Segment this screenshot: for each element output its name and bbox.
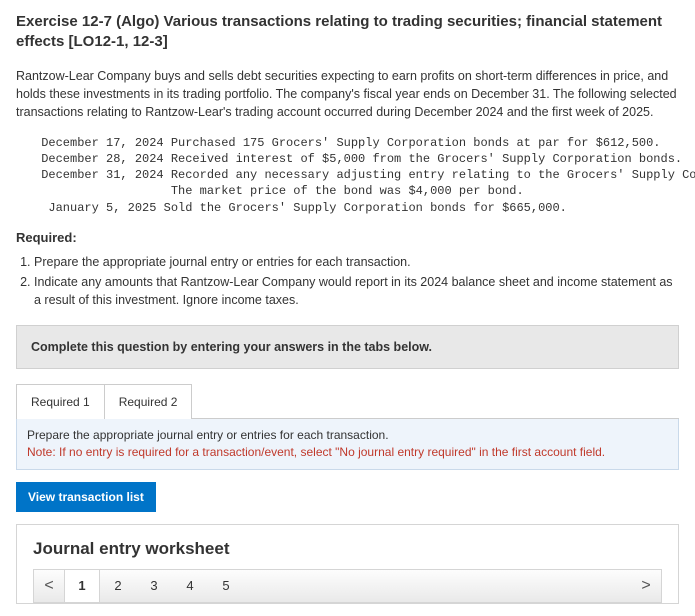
complete-instruction-bar: Complete this question by entering your … [16,325,679,369]
transactions-listing: December 17, 2024 Purchased 175 Grocers'… [34,135,679,216]
requirements-list: Prepare the appropriate journal entry or… [34,253,679,309]
exercise-title: Exercise 12-7 (Algo) Various transaction… [16,12,679,53]
worksheet-stepper: < 1 2 3 4 5 > [33,569,662,603]
worksheet-title: Journal entry worksheet [33,539,662,559]
requirement-2: Indicate any amounts that Rantzow-Lear C… [34,273,679,309]
tab-instruction: Prepare the appropriate journal entry or… [16,419,679,470]
required-heading: Required: [16,230,679,245]
view-transaction-list-button[interactable]: View transaction list [16,482,156,512]
tab-required-1[interactable]: Required 1 [16,384,105,419]
journal-worksheet: Journal entry worksheet < 1 2 3 4 5 > [16,524,679,604]
answer-tabs: Required 1 Required 2 [16,383,679,419]
tab-required-2[interactable]: Required 2 [104,384,193,419]
instruction-main: Prepare the appropriate journal entry or… [27,428,389,442]
instruction-note: Note: If no entry is required for a tran… [27,445,605,459]
intro-paragraph: Rantzow-Lear Company buys and sells debt… [16,67,679,121]
requirement-1: Prepare the appropriate journal entry or… [34,253,679,271]
